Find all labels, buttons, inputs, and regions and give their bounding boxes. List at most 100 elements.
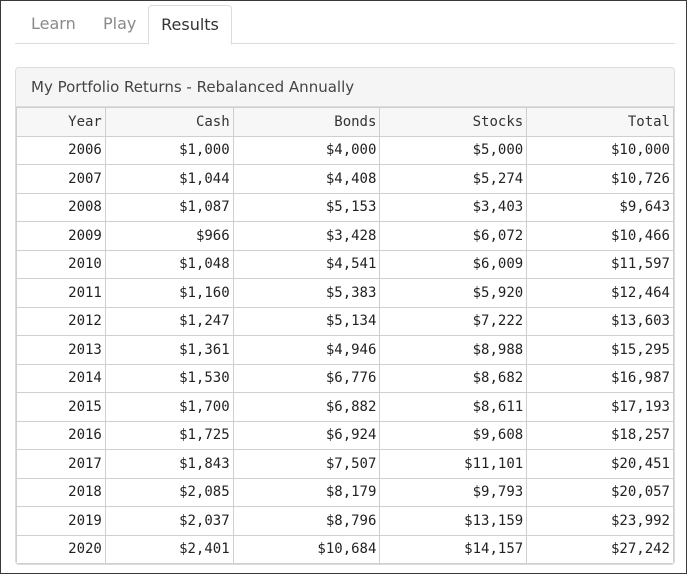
cell-bonds: $6,882	[232, 392, 381, 422]
cell-cash: $1,700	[104, 392, 234, 422]
cell-total: $11,597	[526, 249, 674, 279]
cell-total: $10,726	[526, 164, 674, 194]
cell-year: 2012	[16, 306, 106, 336]
cell-year: 2007	[16, 164, 106, 194]
table-row: 2012 $1,247 $5,134 $7,222 $13,603	[16, 306, 674, 336]
table-row: 2008 $1,087 $5,153 $3,403 $9,643	[16, 192, 674, 222]
cell-year: 2006	[16, 135, 106, 165]
cell-bonds: $7,507	[232, 449, 381, 479]
cell-year: 2019	[16, 506, 106, 536]
tab-play[interactable]: Play	[103, 5, 136, 43]
cell-cash: $1,087	[104, 192, 234, 222]
cell-stocks: $6,009	[379, 249, 528, 279]
table-row: 2016 $1,725 $6,924 $9,608 $18,257	[16, 420, 674, 450]
cell-cash: $1,000	[104, 135, 234, 165]
cell-total: $12,464	[526, 278, 674, 308]
cell-stocks: $8,611	[379, 392, 528, 422]
table-row: 2006 $1,000 $4,000 $5,000 $10,000	[16, 135, 674, 165]
cell-stocks: $13,159	[379, 506, 528, 536]
table-row: 2019 $2,037 $8,796 $13,159 $23,992	[16, 506, 674, 536]
table-header-row: Year Cash Bonds Stocks Total	[16, 107, 674, 137]
cell-year: 2018	[16, 477, 106, 507]
cell-stocks: $9,608	[379, 420, 528, 450]
table-row: 2010 $1,048 $4,541 $6,009 $11,597	[16, 249, 674, 279]
cell-total: $10,000	[526, 135, 674, 165]
cell-bonds: $10,684	[232, 534, 381, 564]
cell-stocks: $6,072	[379, 221, 528, 251]
cell-year: 2013	[16, 335, 106, 365]
tab-bar: Learn Play Results	[15, 5, 675, 45]
tab-learn[interactable]: Learn	[31, 5, 76, 43]
cell-total: $18,257	[526, 420, 674, 450]
cell-stocks: $5,274	[379, 164, 528, 194]
cell-stocks: $14,157	[379, 534, 528, 564]
table-row: 2011 $1,160 $5,383 $5,920 $12,464	[16, 278, 674, 308]
cell-cash: $1,530	[104, 363, 234, 393]
cell-stocks: $5,000	[379, 135, 528, 165]
column-header-total: Total	[526, 107, 674, 137]
cell-stocks: $8,682	[379, 363, 528, 393]
cell-bonds: $5,383	[232, 278, 381, 308]
column-header-stocks: Stocks	[379, 107, 528, 137]
cell-stocks: $5,920	[379, 278, 528, 308]
cell-bonds: $4,946	[232, 335, 381, 365]
cell-bonds: $8,796	[232, 506, 381, 536]
cell-total: $23,992	[526, 506, 674, 536]
cell-year: 2009	[16, 221, 106, 251]
cell-total: $15,295	[526, 335, 674, 365]
cell-cash: $1,044	[104, 164, 234, 194]
column-header-year: Year	[16, 107, 106, 137]
cell-total: $13,603	[526, 306, 674, 336]
cell-cash: $1,048	[104, 249, 234, 279]
app-window: Learn Play Results My Portfolio Returns …	[0, 0, 687, 574]
cell-total: $27,242	[526, 534, 674, 564]
panel-title: My Portfolio Returns - Rebalanced Annual…	[16, 68, 674, 107]
results-panel: My Portfolio Returns - Rebalanced Annual…	[15, 67, 675, 565]
cell-year: 2016	[16, 420, 106, 450]
cell-year: 2017	[16, 449, 106, 479]
cell-bonds: $5,153	[232, 192, 381, 222]
cell-cash: $2,401	[104, 534, 234, 564]
cell-cash: $2,085	[104, 477, 234, 507]
table-row: 2013 $1,361 $4,946 $8,988 $15,295	[16, 335, 674, 365]
cell-bonds: $4,408	[232, 164, 381, 194]
table-row: 2009 $966 $3,428 $6,072 $10,466	[16, 221, 674, 251]
cell-cash: $1,843	[104, 449, 234, 479]
cell-total: $9,643	[526, 192, 674, 222]
cell-bonds: $4,000	[232, 135, 381, 165]
cell-stocks: $9,793	[379, 477, 528, 507]
cell-stocks: $11,101	[379, 449, 528, 479]
cell-total: $20,451	[526, 449, 674, 479]
cell-cash: $1,361	[104, 335, 234, 365]
column-header-bonds: Bonds	[232, 107, 381, 137]
column-header-cash: Cash	[104, 107, 234, 137]
table-row: 2017 $1,843 $7,507 $11,101 $20,451	[16, 449, 674, 479]
cell-cash: $1,160	[104, 278, 234, 308]
table-row: 2014 $1,530 $6,776 $8,682 $16,987	[16, 363, 674, 393]
cell-bonds: $4,541	[232, 249, 381, 279]
tab-results[interactable]: Results	[148, 5, 232, 45]
table-row: 2020 $2,401 $10,684 $14,157 $27,242	[16, 534, 674, 564]
cell-stocks: $3,403	[379, 192, 528, 222]
table-body: 2006 $1,000 $4,000 $5,000 $10,000 2007 $1,044 $…	[16, 135, 674, 564]
cell-cash: $966	[104, 221, 234, 251]
cell-total: $16,987	[526, 363, 674, 393]
cell-year: 2008	[16, 192, 106, 222]
cell-total: $17,193	[526, 392, 674, 422]
cell-year: 2015	[16, 392, 106, 422]
cell-total: $20,057	[526, 477, 674, 507]
table-row: 2015 $1,700 $6,882 $8,611 $17,193	[16, 392, 674, 422]
cell-year: 2010	[16, 249, 106, 279]
cell-stocks: $8,988	[379, 335, 528, 365]
cell-year: 2020	[16, 534, 106, 564]
cell-year: 2014	[16, 363, 106, 393]
returns-table: Year Cash Bonds Stocks Total 2006 $1,000 $…	[16, 107, 674, 564]
cell-bonds: $3,428	[232, 221, 381, 251]
table-row: 2018 $2,085 $8,179 $9,793 $20,057	[16, 477, 674, 507]
cell-cash: $1,725	[104, 420, 234, 450]
cell-stocks: $7,222	[379, 306, 528, 336]
table-row: 2007 $1,044 $4,408 $5,274 $10,726	[16, 164, 674, 194]
cell-year: 2011	[16, 278, 106, 308]
cell-cash: $1,247	[104, 306, 234, 336]
cell-bonds: $6,776	[232, 363, 381, 393]
